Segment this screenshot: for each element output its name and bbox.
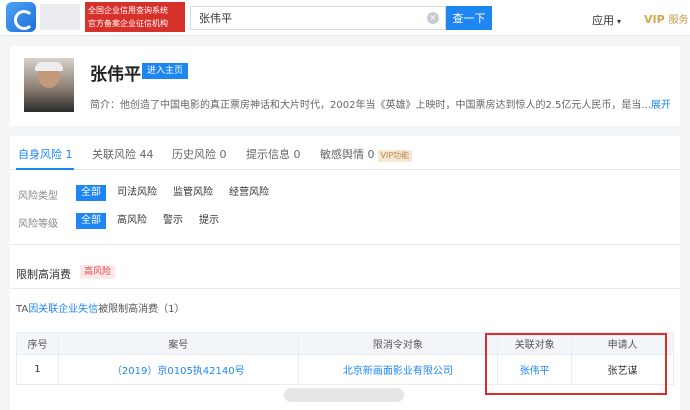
- cell-target-company[interactable]: 北京新画面影业有限公司: [297, 354, 499, 385]
- risk-level-label: 风险等级: [18, 219, 58, 230]
- logo-icon[interactable]: [6, 2, 36, 32]
- filter-level-high[interactable]: 高风险: [112, 213, 152, 229]
- section-divider: [10, 244, 680, 245]
- filter-level-all[interactable]: 全部: [76, 213, 106, 229]
- tab-history-risk[interactable]: 历史风险 0: [172, 146, 227, 162]
- search-input[interactable]: [191, 7, 411, 29]
- summary-suffix: 被限制高消费（1）: [98, 304, 185, 315]
- active-tab-indicator: [16, 168, 74, 170]
- avatar: [24, 58, 74, 112]
- summary-link[interactable]: 因关联企业失信: [28, 304, 98, 315]
- expand-link[interactable]: 展开: [651, 100, 670, 111]
- filter-level-hint[interactable]: 提示: [194, 213, 224, 229]
- vip-service-link[interactable]: VIP 服务: [644, 11, 689, 26]
- chevron-down-icon: ▾: [617, 17, 622, 26]
- vip-suffix: 服务: [668, 15, 689, 26]
- apps-menu[interactable]: 应用 ▾: [592, 12, 621, 28]
- vip-feature-tag: VIP功能: [377, 150, 413, 162]
- clear-icon[interactable]: ×: [427, 12, 439, 24]
- high-risk-tag: 高风险: [80, 265, 116, 279]
- filter-level-warning[interactable]: 警示: [158, 213, 188, 229]
- profile-card: 张伟平 进入主页 简介：他创造了中国电影的真正票房神话和大片时代，2002年当《…: [10, 46, 680, 126]
- highlight-frame: [485, 333, 667, 395]
- col-header-case-no: 案号: [57, 332, 299, 355]
- cell-index: 1: [16, 354, 59, 385]
- intro-text: 简介：他创造了中国电影的真正票房神话和大片时代，2002年当《英雄》上映时，中国…: [90, 100, 651, 111]
- tab-notice-info[interactable]: 提示信息 0: [246, 146, 301, 162]
- filter-type-all[interactable]: 全部: [76, 185, 106, 201]
- section-divider-2: [10, 288, 680, 289]
- cell-case-no[interactable]: （2019）京0105执42140号: [57, 354, 299, 385]
- vip-label: VIP: [644, 13, 665, 26]
- summary-prefix: TA: [16, 304, 29, 315]
- risk-tabs: 自身风险 1 关联风险 44 历史风险 0 提示信息 0 敏感舆情 0 VIP功能: [10, 136, 680, 170]
- filter-type-judicial[interactable]: 司法风险: [112, 185, 162, 201]
- filter-type-regulatory[interactable]: 监管风险: [168, 185, 218, 201]
- tab-own-risk[interactable]: 自身风险 1: [18, 146, 73, 162]
- restriction-summary: TA因关联企业失信被限制高消费（1）: [16, 300, 185, 315]
- tab-sensitive-news-label: 敏感舆情 0: [320, 148, 375, 161]
- search-button[interactable]: 查一下: [446, 6, 492, 30]
- watermark: [284, 388, 404, 402]
- section-title: 限制高消费: [16, 268, 71, 281]
- enter-homepage-button[interactable]: 进入主页: [142, 63, 188, 79]
- official-badge: 全国企业信用查询系统 官方备案企业征信机构: [85, 2, 185, 32]
- risk-type-label: 风险类型: [18, 191, 58, 202]
- profile-intro: 简介：他创造了中国电影的真正票房神话和大片时代，2002年当《英雄》上映时，中国…: [90, 96, 670, 111]
- tab-related-risk[interactable]: 关联风险 44: [92, 146, 154, 162]
- badge-line-1: 全国企业信用查询系统: [88, 6, 168, 15]
- tab-sensitive-news[interactable]: 敏感舆情 0 VIP功能: [320, 146, 413, 162]
- apps-label: 应用: [592, 14, 614, 27]
- logo-subtitle: [40, 4, 80, 30]
- search-box: ×: [190, 6, 446, 30]
- top-bar: 全国企业信用查询系统 官方备案企业征信机构 × 查一下 应用▾ VIP 服务: [0, 0, 690, 36]
- person-name: 张伟平: [90, 65, 141, 85]
- col-header-target: 限消令对象: [297, 332, 499, 355]
- filter-type-business[interactable]: 经营风险: [224, 185, 274, 201]
- col-header-index: 序号: [16, 332, 59, 355]
- badge-line-2: 官方备案企业征信机构: [88, 19, 168, 28]
